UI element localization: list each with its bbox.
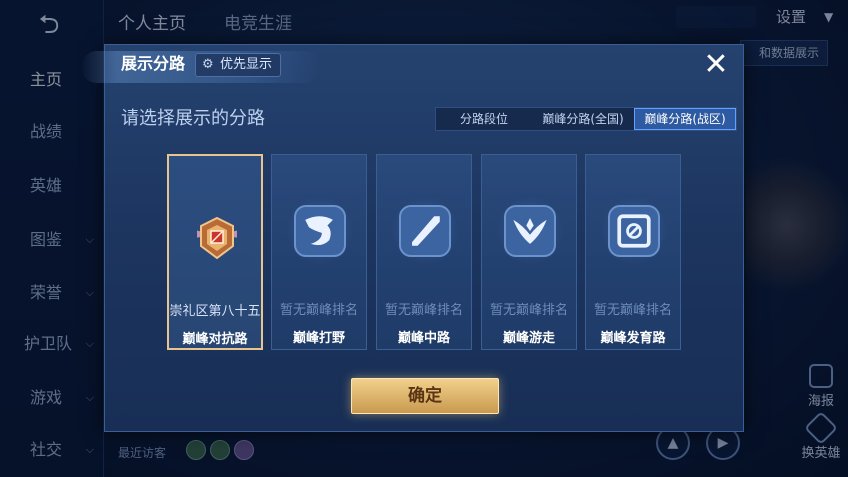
route-card-top[interactable]: 崇礼区第八十五 巅峰对抗路: [167, 154, 263, 350]
route-name: 巅峰发育路: [600, 331, 666, 346]
modal-subtitle: 请选择展示的分路: [121, 108, 265, 129]
route-status: 暂无巅峰排名: [384, 303, 463, 318]
modal-title: 展示分路: [121, 54, 186, 73]
route-name: 巅峰对抗路: [182, 332, 248, 347]
gear-icon: ⚙: [202, 57, 214, 72]
rank-badge-icon: [197, 216, 237, 260]
route-name: 巅峰游走: [502, 331, 555, 346]
tab-peak-national[interactable]: 巅峰分路(全国): [532, 108, 634, 130]
modal-header: 展示分路 ⚙ 优先显示: [81, 45, 321, 85]
mid-slash-icon: [399, 205, 451, 257]
jungle-dragon-icon: [294, 205, 346, 257]
tab-route-rank[interactable]: 分路段位: [436, 108, 532, 130]
close-icon[interactable]: ✕: [701, 50, 731, 81]
priority-display-button[interactable]: ⚙ 优先显示: [195, 53, 282, 77]
route-status: 暂无巅峰排名: [489, 303, 568, 318]
display-route-modal: 展示分路 ⚙ 优先显示 ✕ 请选择展示的分路 分路段位 巅峰分路(全国) 巅峰分路…: [81, 44, 744, 432]
route-card-mid[interactable]: 暂无巅峰排名 巅峰中路: [376, 154, 472, 350]
route-scope-tabs: 分路段位 巅峰分路(全国) 巅峰分路(战区): [435, 107, 737, 131]
priority-display-label: 优先显示: [220, 57, 273, 72]
route-card-jungle[interactable]: 暂无巅峰排名 巅峰打野: [271, 154, 367, 350]
route-card-farm[interactable]: 暂无巅峰排名 巅峰发育路: [585, 154, 681, 350]
roam-wings-icon: [504, 205, 556, 257]
route-name: 巅峰中路: [397, 331, 450, 346]
route-card-roam[interactable]: 暂无巅峰排名 巅峰游走: [481, 154, 577, 350]
confirm-button[interactable]: 确定: [351, 378, 499, 414]
route-name: 巅峰打野: [292, 331, 345, 346]
route-status: 暂无巅峰排名: [593, 303, 672, 318]
route-status: 暂无巅峰排名: [279, 303, 358, 318]
route-status: 崇礼区第八十五: [169, 304, 261, 319]
farm-target-icon: [608, 205, 660, 257]
tab-peak-region[interactable]: 巅峰分路(战区): [634, 108, 736, 130]
